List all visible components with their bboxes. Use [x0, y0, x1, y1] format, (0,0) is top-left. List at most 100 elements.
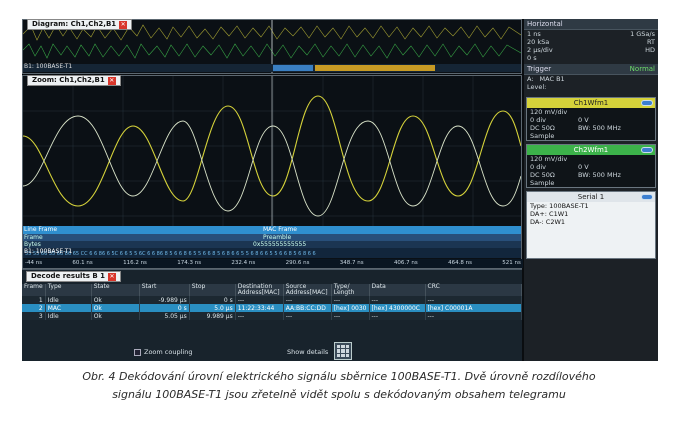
- value: 1 GSa/s: [630, 30, 655, 38]
- table-row[interactable]: 2 MAC Ok 0 s 5.0 µs 11:22:33:44 AA:BB:CC…: [22, 304, 523, 312]
- tick-label: 464.8 ns: [448, 260, 472, 266]
- trigger-header[interactable]: Trigger Normal: [524, 64, 658, 75]
- column-header[interactable]: Frame: [22, 284, 46, 296]
- cell-type: MAC: [45, 304, 92, 312]
- cell-frame: 2: [22, 304, 46, 312]
- show-details-button[interactable]: [334, 342, 352, 360]
- cell-state: Ok: [91, 296, 140, 304]
- toggle-icon[interactable]: [641, 194, 653, 200]
- diagram-window-title: Diagram: Ch1,Ch2,B1: [32, 20, 117, 28]
- trigger-mode: Normal: [629, 65, 655, 73]
- column-header[interactable]: Start: [139, 284, 190, 296]
- cell-len: ---: [331, 312, 370, 320]
- horizontal-row: 0 s: [524, 54, 658, 62]
- ch1-coupling: DC 50Ω: [530, 124, 555, 132]
- cell-data: ---: [369, 312, 426, 320]
- tick-label: 348.7 ns: [339, 260, 364, 266]
- decode-table-header: Frame Type State Start Stop Destination …: [22, 284, 523, 296]
- table-row[interactable]: 1 Idle Ok -9.989 µs 0 s --- --- --- --- …: [22, 296, 523, 304]
- close-icon[interactable]: ✕: [108, 272, 117, 281]
- settings-panel: Horizontal 1 ns 1 GSa/s 20 kSa RT 2 µs/div…: [524, 19, 658, 361]
- serial-da-minus: DA-: C2W1: [530, 218, 566, 226]
- value: RT: [646, 38, 655, 46]
- column-header[interactable]: Type: [45, 284, 92, 296]
- horizontal-row: 2 µs/div HD: [524, 46, 658, 54]
- cell-frame: 1: [22, 296, 46, 304]
- horizontal-row: 20 kSa RT: [524, 38, 658, 46]
- cell-state: Ok: [91, 304, 140, 312]
- channel-2-title: Ch2Wfm1: [573, 146, 609, 154]
- channel-2-box[interactable]: Ch2Wfm1 120 mV/div 0 div 0 V DC 50Ω BW: 50…: [526, 144, 656, 188]
- ch2-pos: 0 div: [530, 163, 546, 171]
- ch1-offset: 0 V: [578, 116, 589, 124]
- column-header[interactable]: Type/ Length: [331, 284, 370, 296]
- trigger-row: A: MAC B1: [524, 75, 658, 83]
- ch1-mode: Sample: [530, 132, 555, 140]
- horizontal-header[interactable]: Horizontal: [524, 19, 658, 30]
- toggle-icon[interactable]: [641, 100, 653, 106]
- cell-stop: 9.989 µs: [189, 312, 236, 320]
- decode-table: Frame Type State Start Stop Destination …: [22, 284, 523, 320]
- tick-label: 290.6 ns: [285, 260, 310, 266]
- trigger-title: Trigger: [527, 65, 552, 73]
- cell-src: AA:BB:CC:DD: [283, 304, 332, 312]
- oscilloscope-screen: Diagram: Ch1,Ch2,B1 ✕ B1: 100BASE-T1 55 …: [22, 19, 658, 361]
- tick-label: 521 ns: [502, 260, 521, 266]
- serial-1-box[interactable]: Serial 1 Type: 100BASE-T1 DA+: C1W1 DA-:…: [526, 191, 656, 259]
- close-icon[interactable]: ✕: [107, 76, 116, 85]
- column-header[interactable]: State: [91, 284, 140, 296]
- caption-line-1: Obr. 4 Dekódování úrovní elektrického si…: [82, 370, 596, 383]
- horizontal-row: 1 ns 1 GSa/s: [524, 30, 658, 38]
- checkbox-icon[interactable]: [134, 348, 141, 356]
- tick-label: 232.4 ns: [231, 260, 256, 266]
- table-row[interactable]: 3 Idle Ok 5.05 µs 9.989 µs --- --- --- -…: [22, 312, 523, 320]
- serial-type: Type: 100BASE-T1: [530, 202, 589, 210]
- ch1-scale: 120 mV/div: [530, 108, 568, 116]
- mac-frame-label: MAC Frame: [263, 226, 297, 233]
- column-header[interactable]: Source Address[MAC]: [283, 284, 332, 296]
- diagram-window-tab[interactable]: Diagram: Ch1,Ch2,B1 ✕: [27, 19, 133, 30]
- bus-row-line-frame: Line Frame: [24, 226, 58, 233]
- toggle-icon[interactable]: [641, 147, 653, 153]
- serial-da-plus: DA+: C1W1: [530, 210, 569, 218]
- cell-dest: ---: [235, 296, 284, 304]
- decode-results-title: Decode results B 1: [31, 272, 106, 280]
- cell-start: 0 s: [139, 304, 190, 312]
- tick-label: -44 ns: [25, 260, 43, 266]
- preamble-value: 0x555555555555: [253, 241, 307, 248]
- decode-results-tab[interactable]: Decode results B 1 ✕: [26, 271, 122, 282]
- cell-data: ---: [369, 296, 426, 304]
- column-header[interactable]: Stop: [189, 284, 236, 296]
- cell-state: Ok: [91, 312, 140, 320]
- cell-len: [hex] 0030: [331, 304, 370, 312]
- show-details-label: Show details: [287, 348, 329, 356]
- cell-type: Idle: [45, 296, 92, 304]
- zoom-window: 55 55 66 55 66 86 65 CC 6 6 86 6 5C 6 6 …: [22, 75, 523, 269]
- cell-crc: ---: [425, 312, 523, 320]
- ch2-coupling: DC 50Ω: [530, 171, 555, 179]
- close-icon[interactable]: ✕: [119, 20, 128, 29]
- figure-caption: Obr. 4 Dekódování úrovní elektrického si…: [0, 368, 678, 404]
- value: 0 s: [527, 54, 537, 62]
- ch1-pos: 0 div: [530, 116, 546, 124]
- channel-1-box[interactable]: Ch1Wfm1 120 mV/div 0 div 0 V DC 50Ω BW: 50…: [526, 97, 656, 141]
- trigger-level-label: Level:: [527, 83, 547, 91]
- zoom-coupling-checkbox[interactable]: Zoom coupling: [134, 348, 192, 356]
- zoom-window-tab[interactable]: Zoom: Ch1,Ch2,B1 ✕: [27, 75, 121, 86]
- cell-start: -9.989 µs: [139, 296, 190, 304]
- cell-frame: 3: [22, 312, 46, 320]
- ch1-bw: BW: 500 MHz: [578, 124, 621, 132]
- column-header[interactable]: Destination Address[MAC]: [235, 284, 284, 296]
- caption-line-2: signálu 100BASE-T1 jsou zřetelně vidět s…: [112, 388, 566, 401]
- tick-label: 60.1 ns: [72, 260, 93, 266]
- value: 2 µs/div: [527, 46, 553, 54]
- column-header[interactable]: Data: [369, 284, 426, 296]
- column-header[interactable]: CRC: [425, 284, 523, 296]
- diagram-window: Diagram: Ch1,Ch2,B1 ✕ B1: 100BASE-T1: [22, 19, 522, 74]
- channel-1-title: Ch1Wfm1: [573, 99, 609, 107]
- serial-1-title: Serial 1: [577, 193, 605, 201]
- cell-stop: 0 s: [189, 296, 236, 304]
- tick-label: 174.3 ns: [177, 260, 202, 266]
- trigger-level: Level:: [524, 83, 658, 91]
- cell-data: [hex] 4300000C: [369, 304, 426, 312]
